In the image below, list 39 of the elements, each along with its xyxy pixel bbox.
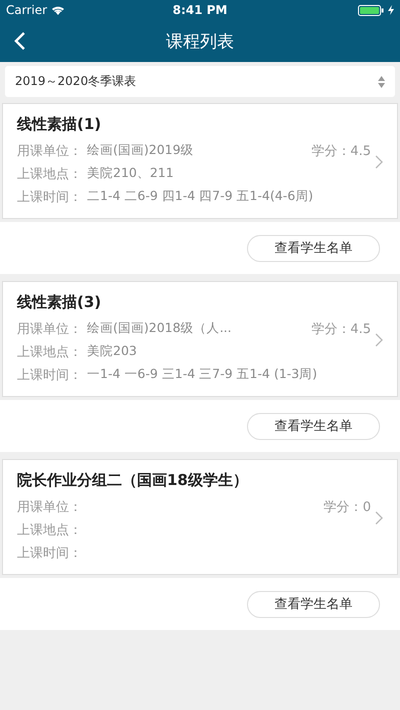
clock-time: 8:41 PM <box>172 3 228 17</box>
credit-text: 学分：0 <box>324 498 371 516</box>
field-label: 用课单位： <box>17 142 83 160</box>
course-title: 院长作业分组二（国画18级学生） <box>17 471 249 490</box>
field-value: 绘画(国画)2019级 <box>87 142 194 157</box>
chevron-right-icon <box>375 510 383 524</box>
field-value: 美院203 <box>87 343 137 358</box>
carrier-name: Carrier <box>6 3 48 17</box>
course-title: 线性素描(1) <box>17 115 102 134</box>
field-label: 上课时间： <box>17 544 83 562</box>
field-label: 上课地点： <box>17 166 83 182</box>
field-value: 二1-4 二6-9 四1-4 四7-9 五1-4(4-6周) <box>87 188 314 203</box>
field-label: 上课地点： <box>17 344 83 360</box>
wifi-icon <box>51 5 66 15</box>
field-value: 美院210、211 <box>87 165 174 180</box>
student-list-button[interactable]: 查看学生名单 <box>247 590 380 618</box>
field-label: 上课时间： <box>17 366 83 384</box>
field-value: 一1-4 一6-9 三1-4 三7-9 五1-4 (1-3周) <box>87 366 318 381</box>
student-list-button[interactable]: 查看学生名单 <box>247 412 380 440</box>
battery-icon <box>358 4 384 16</box>
back-icon <box>14 31 26 51</box>
field-label: 用课单位： <box>17 320 83 338</box>
term-select[interactable]: 2019～2020冬季课表 <box>5 66 395 97</box>
credit-text: 学分：4.5 <box>311 142 371 160</box>
sort-arrows-icon <box>378 76 385 88</box>
course-card[interactable]: 线性素描(1) 用课单位： 绘画(国画)2019级 学分：4.5 上课地点： 美院210、211 上课时间： 二1-4 二6-9 四1-4 四7-9 五1-4(4-6周) <box>2 103 398 219</box>
field-label: 用课单位： <box>17 498 83 516</box>
course-card[interactable]: 线性素描(3) 用课单位： 绘画(国画)2018级（人... 学分：4.5 上课地点： 美院203 上课时间： 一1-4 一6-9 三1-4 三7-9 五1-4 (1-3周) <box>2 281 398 397</box>
course-card[interactable]: 院长作业分组二（国画18级学生） 用课单位： 学分：0 上课地点： 上课时间： <box>2 459 398 575</box>
page-title: 课程列表 <box>166 30 234 52</box>
chevron-right-icon <box>375 332 383 346</box>
field-label: 上课地点： <box>17 522 83 538</box>
credit-text: 学分：4.5 <box>311 320 371 338</box>
field-value: 绘画(国画)2018级（人... <box>87 320 232 335</box>
charging-icon <box>388 5 394 15</box>
student-list-button[interactable]: 查看学生名单 <box>247 234 380 262</box>
field-label: 上课时间： <box>17 188 83 206</box>
course-title: 线性素描(3) <box>17 293 102 312</box>
chevron-right-icon <box>375 154 383 168</box>
